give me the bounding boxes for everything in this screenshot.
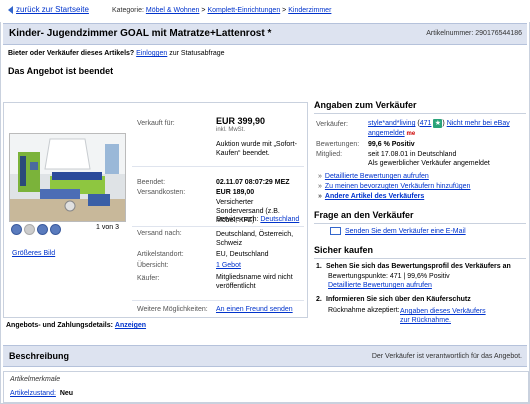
step1-number: 1.: [316, 263, 322, 270]
seller-link-2[interactable]: » Zu meinen bevorzugten Verkäufern hinzuf…: [318, 183, 470, 190]
ended-label: Beendet:: [137, 179, 166, 186]
listing-title: Kinder- Jugendzimmer GOAL mit Matratze+L…: [9, 28, 272, 39]
ratings-label: Bewertungen:: [316, 141, 360, 148]
service-country-link[interactable]: Deutschland: [260, 216, 299, 223]
listing-ended-notice: Das Angebot ist beendet: [8, 66, 114, 76]
breadcrumb-separator: >: [201, 7, 206, 14]
divider: [132, 300, 304, 301]
top-nav: zurück zur Startseite Kategorie: Möbel &…: [0, 0, 530, 22]
ship-to-value: Deutschland, Österreich, Schweiz: [216, 231, 294, 247]
location-label: Artikelstandort:: [137, 251, 184, 258]
member-sub: Als gewerblicher Verkäufer angemeldet: [368, 160, 490, 167]
mail-icon: [330, 227, 341, 235]
bidder-question: Bieter oder Verkäufer dieses Artikels?: [8, 50, 135, 57]
gallery-next-icon[interactable]: [50, 224, 61, 235]
detailed-ratings-link[interactable]: Detaillierte Bewertungen aufrufen: [325, 173, 429, 180]
add-favorite-seller-link[interactable]: Zu meinen bevorzugten Verkäufern hinzufü…: [325, 183, 471, 190]
room-photo-illustration: [10, 134, 125, 221]
overview-label: Übersicht:: [137, 262, 169, 269]
sold-for-label: Verkauft für:: [137, 120, 175, 127]
step1-text: Sehen Sie sich das Bewertungsprofil des …: [326, 263, 511, 270]
step1-detail: Bewertungspunkte: 471 | 99,6% Positiv: [328, 273, 450, 280]
back-link-label[interactable]: zurück zur Startseite: [16, 5, 89, 14]
bullet-icon: »: [318, 173, 322, 180]
more-options-label: Weitere Möglichkeiten:: [137, 306, 208, 313]
item-details: Verkauft für: EUR 399,90 inkl. MwSt. Auk…: [132, 105, 304, 313]
bullet-icon: »: [318, 183, 322, 190]
me-badge-icon[interactable]: me: [407, 129, 416, 139]
login-prompt: Bieter oder Verkäufer dieses Artikels? E…: [8, 50, 225, 57]
seller-link-3[interactable]: » Andere Artikel des Verkäufers: [318, 193, 424, 200]
member-label: Mitglied:: [316, 151, 343, 158]
ratings-value: 99,6 % Positiv: [368, 141, 415, 148]
email-seller[interactable]: Senden Sie dem Verkäufer eine E-Mail: [330, 227, 466, 235]
seller-rating-link[interactable]: 471: [420, 120, 432, 127]
star-icon: ★: [433, 119, 443, 128]
features-title: Artikelmerkmale: [10, 376, 61, 383]
send-to-friend-link[interactable]: An einen Freund senden: [216, 306, 293, 313]
buyer-value: Mitgliedsname wird nicht veröffentlicht: [216, 274, 293, 290]
payment-details: Angebots- und Zahlungsdetails: Anzeigen: [6, 322, 146, 329]
sofort-note: Auktion wurde mit „Sofort-Kaufen“ beende…: [216, 141, 297, 157]
seller-responsibility-note: Der Verkäufer ist verantwortlich für das…: [371, 353, 522, 360]
vat-note: inkl. MwSt.: [216, 127, 246, 133]
condition-value: Neu: [59, 390, 74, 397]
breadcrumb-item-komplett[interactable]: Komplett-Einrichtungen: [207, 7, 280, 14]
seller-heading: Angaben zum Verkäufer: [314, 100, 526, 114]
gallery-controls: [11, 224, 61, 235]
step2-number: 2.: [316, 296, 322, 303]
seller-label: Verkäufer:: [316, 121, 348, 128]
seller-info: style*and*living (471 ★) Nicht mehr bei …: [368, 119, 510, 139]
email-seller-link[interactable]: Senden Sie dem Verkäufer eine E-Mail: [345, 228, 466, 235]
category-label: Kategorie:: [112, 7, 144, 14]
description-heading: Beschreibung: [9, 351, 70, 361]
breadcrumb-separator: >: [282, 7, 287, 14]
bids-link[interactable]: 1 Gebot: [216, 262, 241, 269]
bigger-image-link[interactable]: Größeres Bild: [12, 250, 55, 257]
bullet-icon: »: [318, 193, 322, 200]
returns-label: Rücknahme akzeptiert:: [328, 307, 400, 314]
sold-price: EUR 399,90: [216, 116, 266, 126]
back-arrow-icon: [8, 5, 13, 14]
service-line: Service nach: Deutschland: [216, 216, 299, 223]
seller-name-link[interactable]: style*and*living: [368, 120, 415, 127]
shipping-label: Versandkosten:: [137, 189, 186, 196]
login-suffix: zur Statusabfrage: [169, 50, 225, 57]
divider: [132, 166, 304, 167]
safe-buy-heading: Sicher kaufen: [314, 245, 526, 259]
divider: [132, 226, 304, 227]
breadcrumb-item-moebel[interactable]: Möbel & Wohnen: [146, 7, 200, 14]
ended-value: 02.11.07 08:07:29 MEZ: [216, 179, 290, 186]
item-features-box: Artikelmerkmale Artikelzustand: Neu: [3, 371, 529, 403]
payment-details-link[interactable]: Anzeigen: [115, 322, 146, 329]
step1-detailed-ratings-link[interactable]: Detaillierte Bewertungen aufrufen: [328, 282, 432, 289]
ship-to-label: Versand nach:: [137, 230, 182, 237]
other-items-link[interactable]: Andere Artikel des Verkäufers: [325, 193, 424, 200]
condition-row: Artikelzustand: Neu: [10, 390, 73, 397]
member-value: seit 17.08.01 in Deutschland: [368, 151, 457, 158]
gallery-pause-icon[interactable]: [24, 224, 35, 235]
gallery-first-icon[interactable]: [11, 224, 22, 235]
seller-link-1[interactable]: » Detaillierte Bewertungen aufrufen: [318, 173, 429, 180]
gallery-counter: 1 von 3: [96, 224, 119, 231]
listing-title-bar: Kinder- Jugendzimmer GOAL mit Matratze+L…: [3, 23, 527, 45]
shipping-price: EUR 189,00: [216, 189, 255, 196]
item-photo[interactable]: [9, 133, 126, 222]
step2-text: Informieren Sie sich über den Käuferschu…: [326, 296, 471, 303]
login-link[interactable]: Einloggen: [136, 50, 167, 57]
returns-link[interactable]: Angaben dieses Verkäufers zur Rücknahme.: [400, 307, 496, 325]
breadcrumb: Kategorie: Möbel & Wohnen > Komplett-Ein…: [112, 7, 331, 14]
service-label: Service nach:: [216, 216, 259, 223]
question-heading: Frage an den Verkäufer: [314, 210, 526, 224]
article-number: Artikelnummer: 290176544186: [426, 30, 522, 37]
location-value: EU, Deutschland: [216, 251, 269, 258]
buyer-label: Käufer:: [137, 275, 160, 282]
breadcrumb-item-kinderzimmer[interactable]: Kinderzimmer: [288, 7, 331, 14]
back-to-home-link[interactable]: zurück zur Startseite: [8, 5, 89, 14]
payment-details-label: Angebots- und Zahlungsdetails:: [6, 322, 113, 329]
condition-label-link[interactable]: Artikelzustand:: [10, 390, 56, 397]
description-bar: Beschreibung Der Verkäufer ist verantwor…: [3, 345, 527, 367]
item-summary-box: 1 von 3 Größeres Bild Verkauft für: EUR …: [3, 102, 308, 318]
gallery-play-icon[interactable]: [37, 224, 48, 235]
